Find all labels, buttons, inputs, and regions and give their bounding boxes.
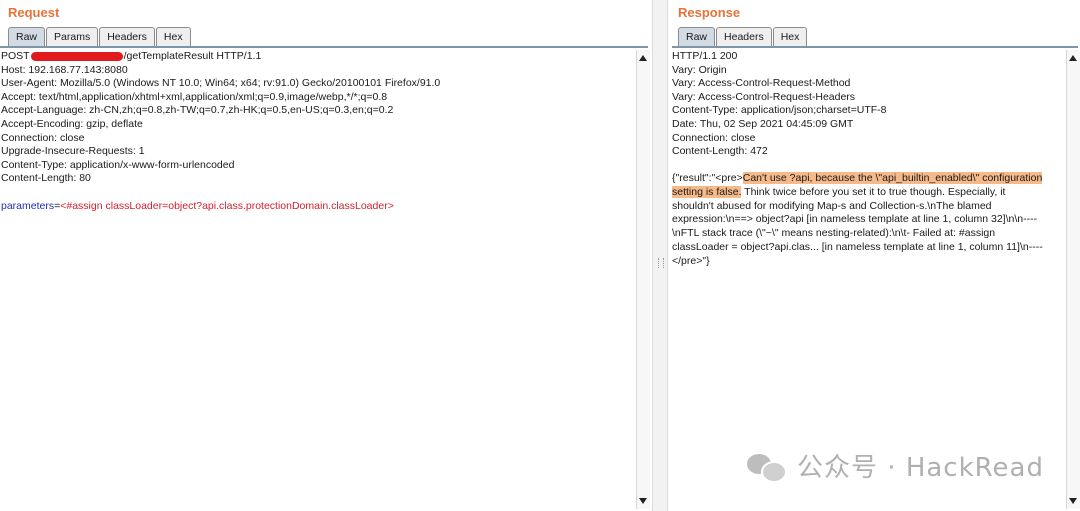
- request-header-line: Host: 192.168.77.143:8080: [1, 63, 128, 76]
- request-header-line: Accept: text/html,application/xhtml+xml,…: [1, 90, 388, 103]
- redacted-path-mark: [30, 51, 123, 61]
- scroll-down-arrow-icon[interactable]: [1069, 498, 1077, 504]
- request-method: POST: [1, 50, 30, 62]
- request-body-line: parameters=<#assign classLoader=object?a…: [0, 200, 636, 214]
- request-raw-editor[interactable]: POST/getTemplateResult HTTP/1.1 Host: 19…: [0, 50, 636, 511]
- param-name: parameters: [1, 199, 55, 212]
- response-raw-viewer[interactable]: HTTP/1.1 200 Vary: Origin Vary: Access-C…: [672, 50, 1066, 511]
- response-header-line: Date: Thu, 02 Sep 2021 04:45:09 GMT: [672, 117, 854, 130]
- request-header-line: Content-Length: 80: [1, 172, 91, 185]
- scroll-down-arrow-icon[interactable]: [639, 498, 647, 504]
- watermark-text: 公众号 · HackRead: [797, 453, 1044, 483]
- wechat-icon: [747, 452, 788, 483]
- response-header-line: Vary: Access-Control-Request-Method: [672, 77, 851, 90]
- request-header-line: Upgrade-Insecure-Requests: 1: [1, 145, 145, 158]
- request-scrollbar[interactable]: [636, 50, 650, 509]
- response-header-line: HTTP/1.1 200: [672, 50, 738, 62]
- response-body: {"result":"<pre>Can't use ?api, because …: [672, 172, 1046, 268]
- pane-splitter[interactable]: [652, 0, 668, 511]
- response-header-line: Content-Length: 472: [672, 145, 768, 158]
- watermark: 公众号 · HackRead: [747, 447, 1044, 484]
- request-path: /getTemplateResult HTTP/1.1: [123, 50, 262, 62]
- scroll-up-arrow-icon[interactable]: [1069, 55, 1077, 61]
- response-tab-headers[interactable]: Headers: [716, 27, 772, 46]
- request-tab-underline: [0, 46, 648, 48]
- request-tab-headers[interactable]: Headers: [99, 27, 155, 46]
- response-header-line: Connection: close: [672, 131, 756, 144]
- response-tab-underline: [672, 46, 1078, 48]
- request-header-line: Content-Type: application/x-www-form-url…: [1, 158, 235, 171]
- response-scrollbar[interactable]: [1066, 50, 1080, 509]
- request-title: Request: [8, 5, 60, 20]
- response-pane: Response Raw Headers Hex HTTP/1.1 200 Va…: [668, 0, 1080, 511]
- scroll-up-arrow-icon[interactable]: [639, 55, 647, 61]
- request-tab-params[interactable]: Params: [46, 27, 99, 46]
- splitter-grip-icon[interactable]: [658, 258, 664, 268]
- param-value: <#assign classLoader=object?api.class.pr…: [60, 199, 394, 212]
- response-tab-raw[interactable]: Raw: [678, 27, 716, 46]
- request-header-line: Accept-Encoding: gzip, deflate: [1, 117, 143, 130]
- response-header-line: Vary: Access-Control-Request-Headers: [672, 90, 856, 103]
- response-tabs: Raw Headers Hex: [678, 27, 808, 46]
- request-tabs: Raw Params Headers Hex: [8, 27, 191, 46]
- request-header-line: Accept-Language: zh-CN,zh;q=0.8,zh-TW;q=…: [1, 104, 394, 117]
- request-header-line: User-Agent: Mozilla/5.0 (Windows NT 10.0…: [1, 77, 441, 90]
- response-header-line: Content-Type: application/json;charset=U…: [672, 104, 887, 117]
- request-pane: Request Raw Params Headers Hex POST/getT…: [0, 0, 652, 511]
- response-title: Response: [678, 5, 741, 20]
- response-body-rest: Think twice before you set it to true th…: [672, 186, 1043, 267]
- request-line: POST/getTemplateResult HTTP/1.1: [0, 50, 636, 64]
- response-header-line: Vary: Origin: [672, 63, 727, 76]
- response-body-prefix: {"result":"<pre>: [672, 172, 743, 185]
- request-tab-raw[interactable]: Raw: [8, 27, 46, 46]
- request-tab-hex[interactable]: Hex: [155, 27, 191, 46]
- response-tab-hex[interactable]: Hex: [772, 27, 808, 46]
- request-header-line: Connection: close: [1, 131, 85, 144]
